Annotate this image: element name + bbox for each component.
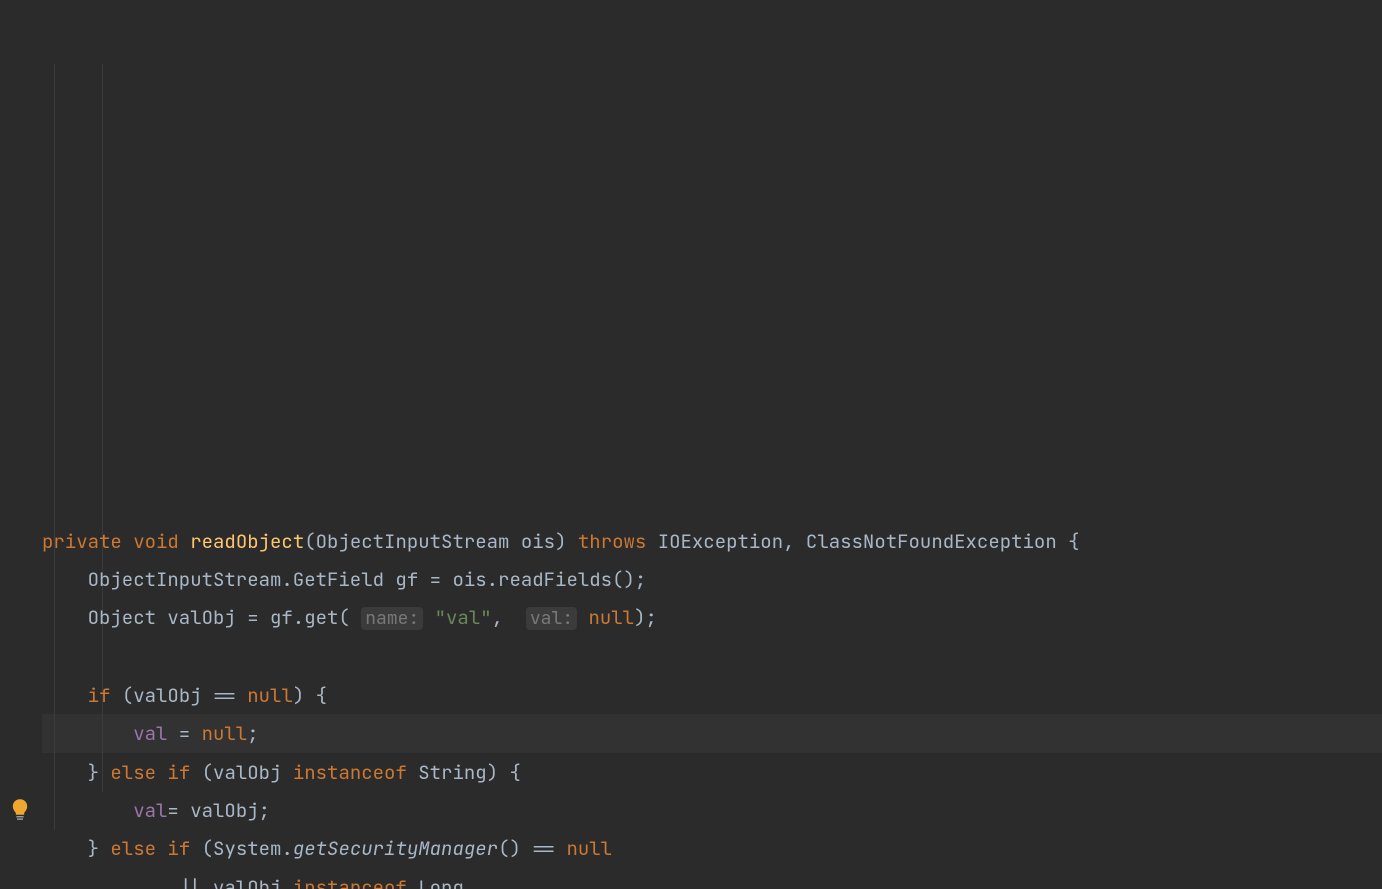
line: } else if (System.getSecurityManager() =… (42, 836, 612, 861)
gutter[interactable] (0, 0, 42, 889)
line: || valObj instanceof Long (42, 875, 464, 889)
code-editor[interactable]: private void readObject(ObjectInputStrea… (0, 0, 1382, 889)
line: Object valObj = gf.get( name: "val", val… (42, 605, 657, 630)
parameter-hint: name: (361, 607, 423, 630)
line: if (valObj == null) { (42, 683, 327, 708)
line: ObjectInputStream.GetField gf = ois.read… (42, 567, 646, 592)
line: private void readObject(ObjectInputStrea… (42, 529, 1080, 554)
code-content[interactable]: private void readObject(ObjectInputStrea… (42, 523, 1382, 889)
line: val= valObj; (42, 798, 270, 823)
line (42, 645, 53, 670)
intention-bulb-icon[interactable] (10, 721, 30, 745)
line: val = null; (42, 721, 259, 746)
parameter-hint: val: (526, 607, 577, 630)
line: } else if (valObj instanceof String) { (42, 760, 521, 785)
